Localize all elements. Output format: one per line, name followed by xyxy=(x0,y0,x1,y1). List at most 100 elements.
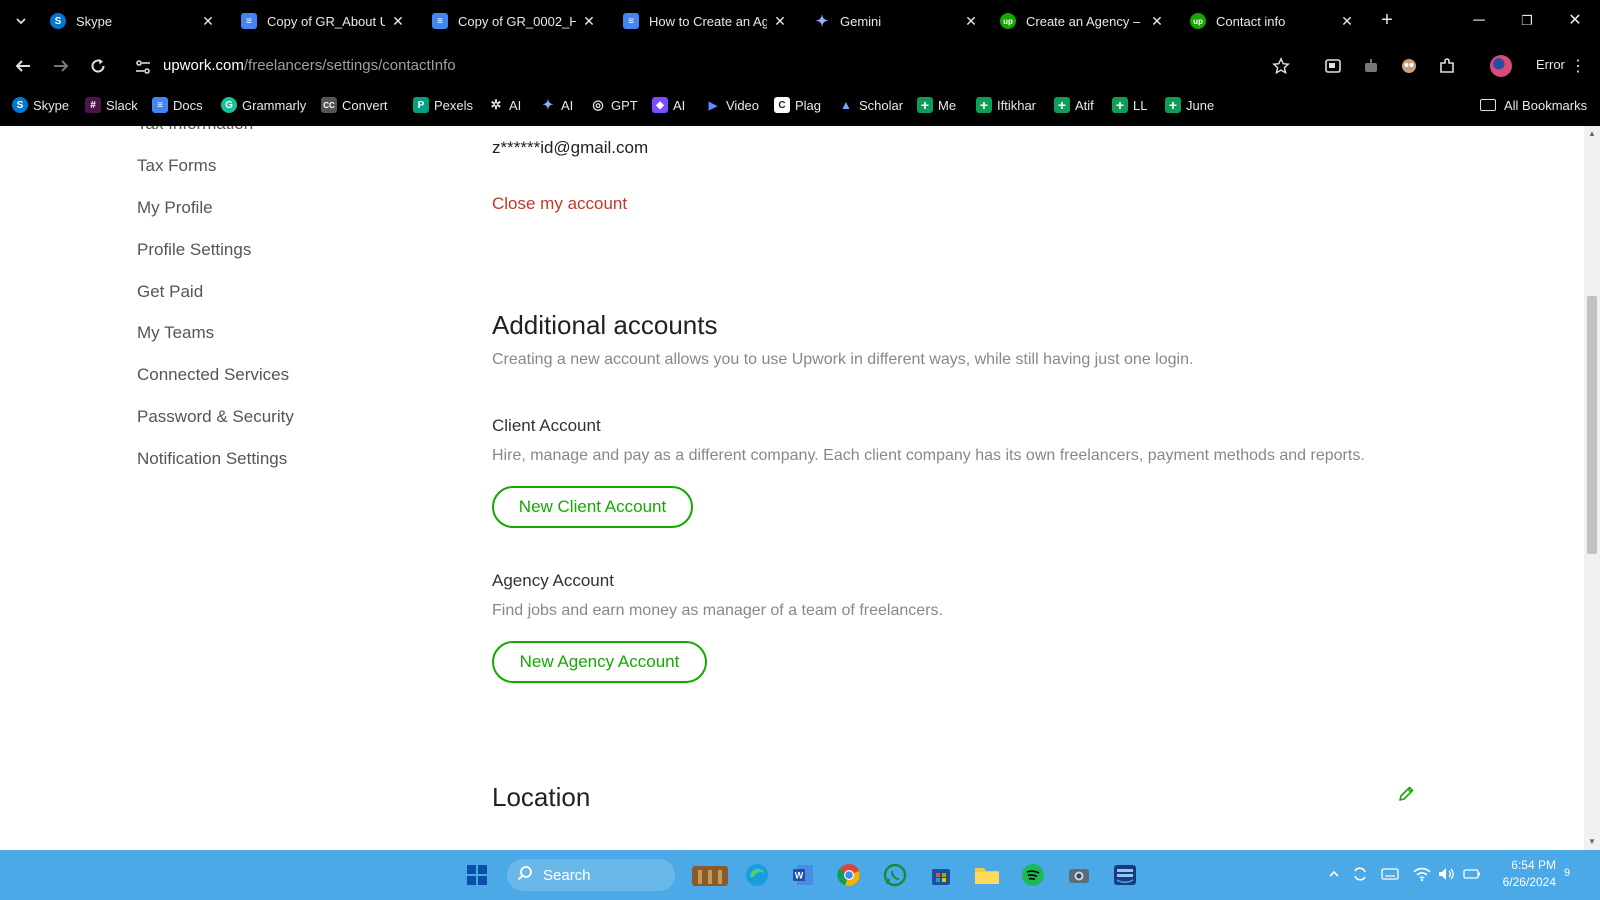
bookmark-item[interactable]: C Plag xyxy=(774,95,821,115)
microsoft-store-icon[interactable] xyxy=(928,862,954,888)
bookmark-item[interactable]: ◆ AI xyxy=(652,95,685,115)
bookmark-label: Convert xyxy=(342,97,388,113)
tab-doc-0002[interactable]: ≡ Copy of GR_0002_Ho ✕ xyxy=(432,6,597,36)
bookmark-item[interactable]: + June xyxy=(1165,95,1214,115)
tab-doc-about[interactable]: ≡ Copy of GR_About U ✕ xyxy=(241,6,406,36)
sync-icon[interactable] xyxy=(1350,864,1370,884)
file-explorer-icon[interactable] xyxy=(974,862,1000,888)
bookmark-item[interactable]: + LL xyxy=(1112,95,1147,115)
bookmark-label: LL xyxy=(1133,97,1148,113)
battery-icon[interactable] xyxy=(1462,864,1482,884)
sidebar-item-my-profile[interactable]: My Profile xyxy=(137,198,213,218)
bookmark-item[interactable]: ▲ Scholar xyxy=(838,95,903,115)
tab-close-icon[interactable]: ✕ xyxy=(1339,13,1355,29)
sidebar-item-tax-information[interactable]: Tax Information xyxy=(137,126,253,134)
forward-arrow-icon[interactable] xyxy=(48,53,74,79)
client-account-description: Hire, manage and pay as a different comp… xyxy=(492,447,1365,464)
video-icon: ▶ xyxy=(708,99,718,112)
tab-close-icon[interactable]: ✕ xyxy=(200,13,216,29)
google-sheets-icon: + xyxy=(1112,97,1128,113)
tab-close-icon[interactable]: ✕ xyxy=(772,13,788,29)
bookmark-item[interactable]: ▶ Video xyxy=(705,95,759,115)
system-clock[interactable]: 6:54 PM 6/26/2024 xyxy=(1492,857,1556,891)
profile-status[interactable]: Error xyxy=(1536,57,1565,72)
profile-avatar-icon[interactable] xyxy=(1490,55,1512,77)
volume-icon[interactable] xyxy=(1436,864,1456,884)
search-highlight-icon[interactable] xyxy=(690,862,730,888)
extension-robot-icon[interactable] xyxy=(1358,53,1384,79)
tab-close-icon[interactable]: ✕ xyxy=(581,13,597,29)
sidebar-item-tax-forms[interactable]: Tax Forms xyxy=(137,156,216,176)
site-settings-icon[interactable] xyxy=(134,58,152,76)
whatsapp-icon[interactable] xyxy=(882,862,908,888)
all-bookmarks-button[interactable]: All Bookmarks xyxy=(1480,95,1587,115)
tab-search-chevron-icon[interactable] xyxy=(10,10,32,32)
scroll-up-arrow-icon[interactable]: ▲ xyxy=(1588,130,1596,138)
bookmark-item[interactable]: ✲ AI xyxy=(488,95,522,115)
bookmark-item[interactable]: ≡ Docs xyxy=(152,95,203,115)
sidebar-item-notification-settings[interactable]: Notification Settings xyxy=(137,449,287,469)
pencil-edit-icon[interactable] xyxy=(1396,784,1416,804)
edge-browser-icon[interactable] xyxy=(744,862,770,888)
sidebar-item-my-teams[interactable]: My Teams xyxy=(137,323,214,343)
bookmark-item[interactable]: G Grammarly xyxy=(221,95,306,115)
bookmark-item[interactable]: ◎ GPT xyxy=(590,95,637,115)
new-client-account-button[interactable]: New Client Account xyxy=(492,486,693,528)
tab-close-icon[interactable]: ✕ xyxy=(1149,13,1165,29)
tab-close-icon[interactable]: ✕ xyxy=(390,13,406,29)
camera-app-icon[interactable] xyxy=(1066,862,1092,888)
sidebar-item-password-security[interactable]: Password & Security xyxy=(137,407,294,427)
bookmark-item[interactable]: S Skype xyxy=(12,95,69,115)
minimize-icon[interactable]: ─ xyxy=(1466,8,1492,34)
bookmark-label: Skype xyxy=(33,97,70,113)
bookmark-item[interactable]: ✦ AI xyxy=(540,95,574,115)
windows-start-icon[interactable] xyxy=(464,862,490,888)
tab-gemini[interactable]: ✦ Gemini ✕ xyxy=(814,6,979,36)
taskbar-search[interactable]: Search xyxy=(507,859,675,891)
tab-close-icon[interactable]: ✕ xyxy=(963,13,979,29)
keyboard-icon[interactable] xyxy=(1380,864,1400,884)
extension-media-icon[interactable] xyxy=(1320,53,1346,79)
sidebar-item-get-paid[interactable]: Get Paid xyxy=(137,282,203,302)
sidebar-item-profile-settings[interactable]: Profile Settings xyxy=(137,240,251,260)
wifi-icon[interactable] xyxy=(1412,864,1432,884)
word-icon[interactable]: W xyxy=(790,862,816,888)
bookmark-star-icon[interactable] xyxy=(1268,53,1294,79)
bookmark-item[interactable]: + Me xyxy=(917,95,956,115)
scrollbar-thumb[interactable] xyxy=(1587,296,1597,554)
tab-doc-agency[interactable]: ≡ How to Create an Ag ✕ xyxy=(623,6,788,36)
new-agency-account-button[interactable]: New Agency Account xyxy=(492,641,707,683)
google-sheets-icon: + xyxy=(976,97,992,113)
chrome-icon[interactable] xyxy=(836,862,862,888)
extensions-puzzle-icon[interactable] xyxy=(1434,53,1460,79)
extension-face-icon[interactable] xyxy=(1396,53,1422,79)
additional-accounts-description: Creating a new account allows you to use… xyxy=(492,351,1194,368)
scroll-down-arrow-icon[interactable]: ▼ xyxy=(1588,838,1596,846)
upwork-icon: up xyxy=(1190,13,1206,29)
bookmark-item[interactable]: + Atif xyxy=(1054,95,1094,115)
tab-upwork-agency[interactable]: up Create an Agency – U ✕ xyxy=(1000,6,1165,36)
bookmark-item[interactable]: # Slack xyxy=(85,95,138,115)
sidebar-item-connected-services[interactable]: Connected Services xyxy=(137,365,289,385)
notification-count-badge[interactable]: 9 xyxy=(1564,867,1570,879)
window-close-icon[interactable]: ✕ xyxy=(1562,8,1588,34)
back-arrow-icon[interactable] xyxy=(10,53,36,79)
bookmark-item[interactable]: CC Convert xyxy=(321,95,388,115)
spotify-icon[interactable] xyxy=(1020,862,1046,888)
page-scrollbar[interactable]: ▲ ▼ xyxy=(1584,126,1600,850)
bookmark-item[interactable]: P Pexels xyxy=(413,95,473,115)
bookmark-label: Iftikhar xyxy=(997,97,1037,113)
address-bar[interactable]: upwork.com/freelancers/settings/contactI… xyxy=(163,57,456,74)
close-account-link[interactable]: Close my account xyxy=(492,194,627,214)
tab-title: How to Create an Ag xyxy=(649,13,767,29)
settings-page: Tax Information Tax Forms My Profile Pro… xyxy=(0,126,1584,850)
browser-menu-kebab-icon[interactable]: ⋮ xyxy=(1565,53,1591,79)
tray-chevron-up-icon[interactable] xyxy=(1324,864,1344,884)
reload-icon[interactable] xyxy=(85,53,111,79)
new-tab-plus-icon[interactable]: + xyxy=(1376,10,1398,32)
bookmark-item[interactable]: + Iftikhar xyxy=(976,95,1036,115)
prime-video-icon[interactable] xyxy=(1112,862,1138,888)
tab-upwork-contact-info[interactable]: up Contact info ✕ xyxy=(1190,6,1355,36)
tab-skype[interactable]: S Skype ✕ xyxy=(50,6,216,36)
restore-icon[interactable]: ❐ xyxy=(1514,8,1540,34)
